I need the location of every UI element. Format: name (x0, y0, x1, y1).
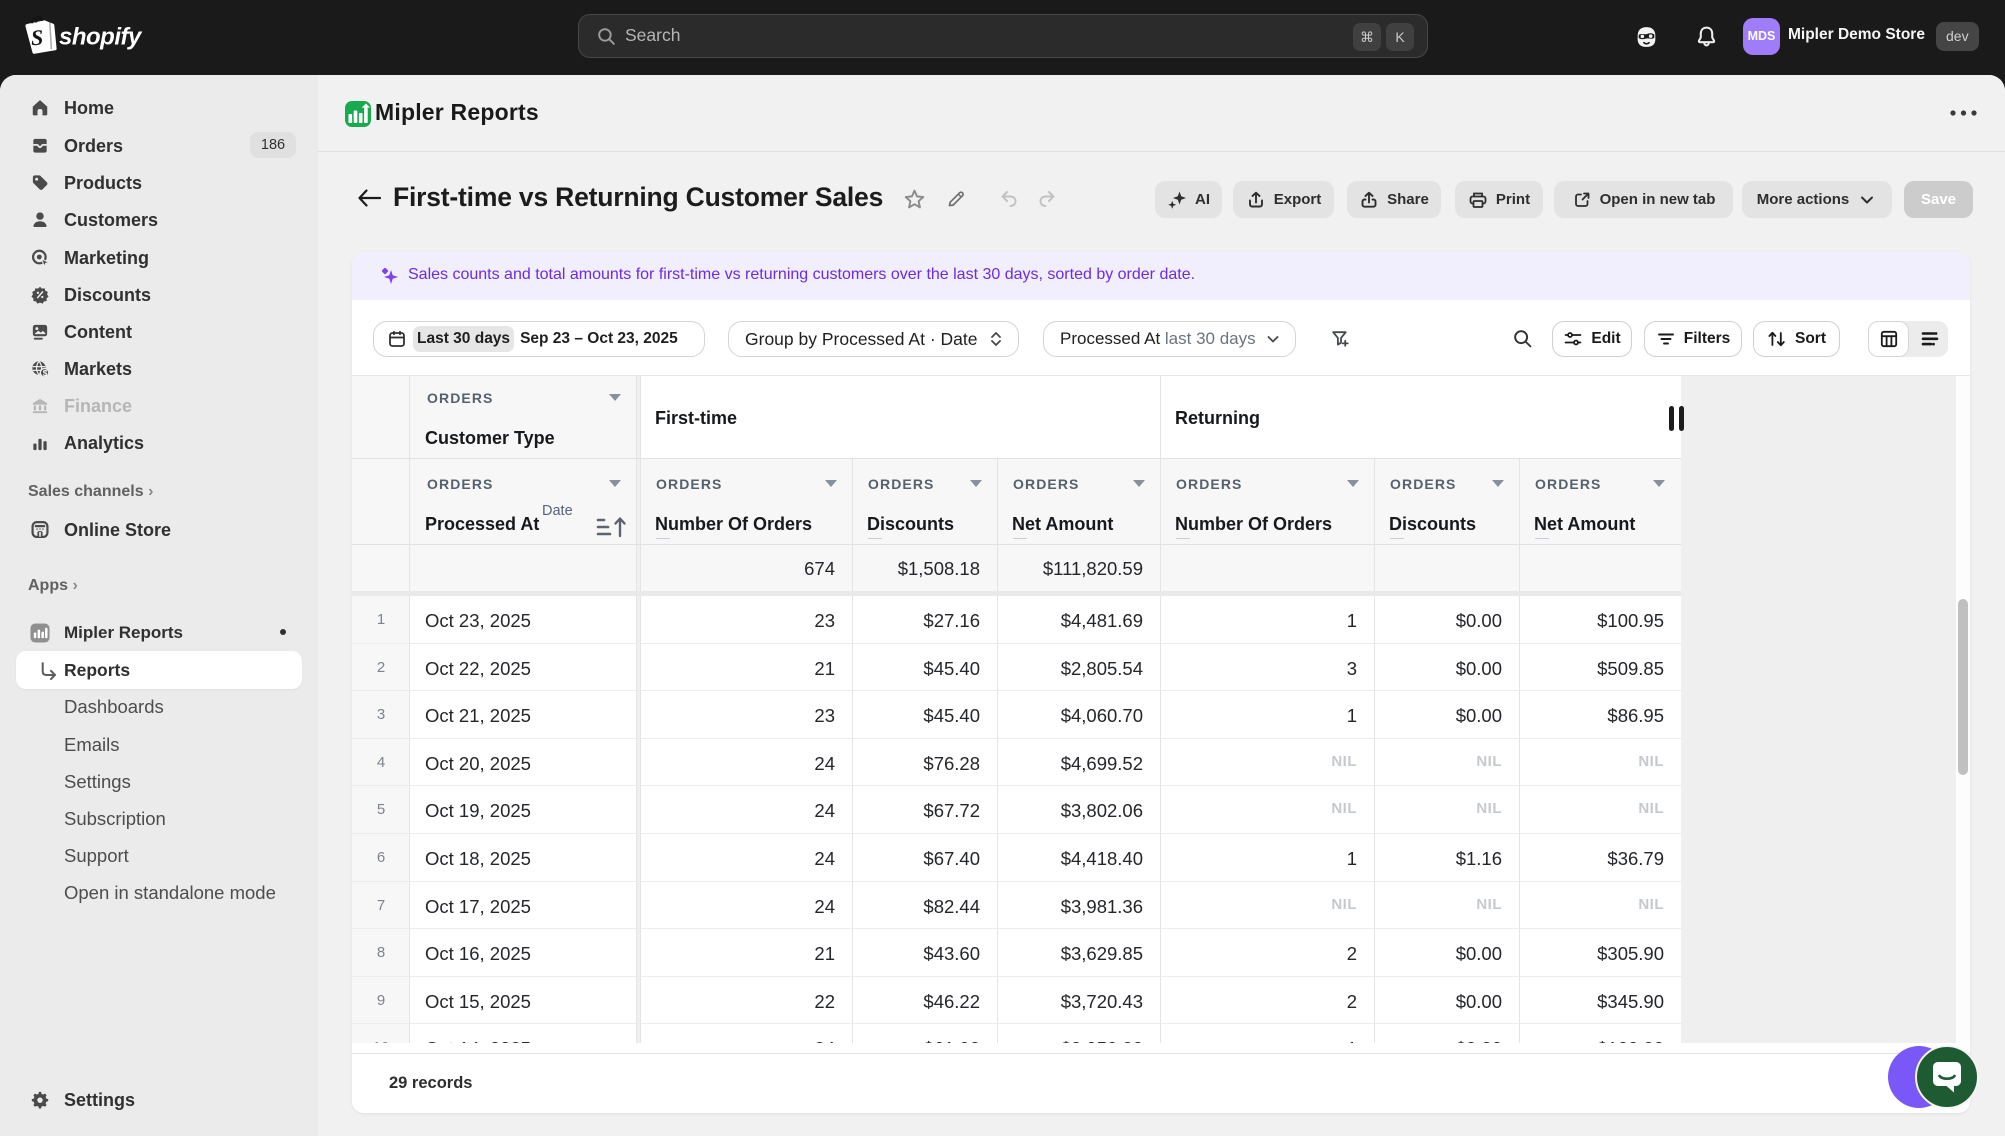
svg-text:shopify: shopify (59, 24, 143, 51)
svg-text:$: $ (43, 367, 48, 377)
svg-text:S: S (30, 25, 44, 51)
